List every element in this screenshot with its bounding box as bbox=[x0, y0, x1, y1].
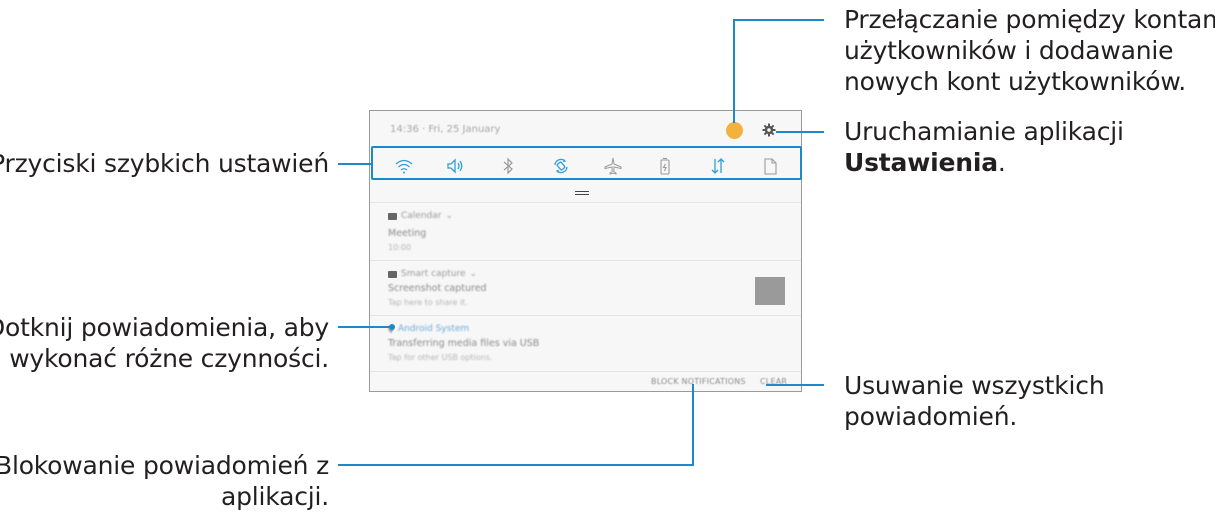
notification-item[interactable]: Calendar ⌄ Meeting 10:00 bbox=[370, 203, 801, 261]
callout-settings: Uruchamianie aplikacji Ustawienia. bbox=[844, 116, 1124, 178]
leader-line-settings bbox=[776, 131, 824, 133]
callout-settings-line2: Ustawienia. bbox=[844, 147, 1124, 178]
callout-block-line1: Blokowanie powiadomień z bbox=[0, 451, 329, 480]
notification-title: Screenshot captured bbox=[388, 283, 487, 294]
drag-handle-icon[interactable] bbox=[575, 191, 589, 195]
notification-app: Calendar ⌄ bbox=[388, 211, 453, 221]
block-notifications-button[interactable]: BLOCK NOTIFICATIONS bbox=[651, 377, 746, 386]
user-avatar-icon[interactable] bbox=[726, 122, 743, 139]
callout-quick-settings: Przyciski szybkich ustawień bbox=[0, 148, 329, 179]
leader-line-quick-settings bbox=[338, 163, 371, 165]
callout-accounts-line3: nowych kont użytkowników. bbox=[844, 67, 1187, 96]
drag-handle-row[interactable] bbox=[370, 183, 801, 203]
notification-app-name: Calendar bbox=[401, 211, 442, 221]
screenshot-thumbnail bbox=[755, 277, 785, 305]
callout-settings-suffix: . bbox=[997, 148, 1006, 177]
leader-line-accounts bbox=[733, 19, 735, 123]
notification-app: Smart capture ⌄ bbox=[388, 269, 477, 279]
callout-notification-tap: Dotknij powiadomienia, aby wykonać różne… bbox=[0, 312, 329, 374]
callout-accounts-line2: użytkowników i dodawanie bbox=[844, 36, 1174, 65]
callout-notification-line2: wykonać różne czynności. bbox=[9, 344, 329, 373]
callout-accounts: Przełączanie pomiędzy kontami użytkownik… bbox=[844, 4, 1215, 97]
leader-line-block-h bbox=[338, 464, 694, 466]
notification-item[interactable]: ψ Android System Transferring media file… bbox=[370, 316, 801, 372]
gear-icon[interactable] bbox=[762, 122, 776, 137]
calendar-icon bbox=[388, 212, 397, 220]
leader-line-notification bbox=[338, 326, 391, 328]
callout-block-line2: aplikacji. bbox=[220, 482, 329, 511]
notification-app: ψ Android System bbox=[388, 324, 469, 334]
notification-item[interactable]: Smart capture ⌄ Screenshot captured Tap … bbox=[370, 261, 801, 316]
notification-app-name: Android System bbox=[397, 324, 470, 334]
callout-notification-line1: Dotknij powiadomienia, aby bbox=[0, 313, 329, 342]
leader-line-block-v bbox=[692, 384, 694, 466]
chevron-down-icon[interactable]: ⌄ bbox=[445, 211, 453, 221]
notification-title: Meeting bbox=[388, 228, 427, 239]
callout-accounts-line1: Przełączanie pomiędzy kontami bbox=[844, 5, 1215, 34]
quick-settings-highlight bbox=[371, 146, 802, 180]
leader-line-accounts-h bbox=[733, 19, 824, 21]
notification-title: Transferring media files via USB bbox=[388, 338, 540, 349]
leader-line-clear bbox=[766, 384, 824, 386]
callout-quick-settings-line: Przyciski szybkich ustawień bbox=[0, 149, 329, 178]
callout-clear-line1: Usuwanie wszystkich bbox=[844, 371, 1105, 400]
callout-settings-bold: Ustawienia bbox=[844, 148, 998, 177]
notification-footer: BLOCK NOTIFICATIONS CLEAR bbox=[370, 372, 801, 391]
status-date-time: 14:36 · Fri, 25 January bbox=[390, 124, 501, 135]
callout-clear-all: Usuwanie wszystkich powiadomień. bbox=[844, 370, 1105, 432]
chevron-down-icon[interactable]: ⌄ bbox=[470, 269, 478, 279]
callout-settings-line1: Uruchamianie aplikacji bbox=[844, 117, 1124, 146]
notification-subtitle: 10:00 bbox=[388, 243, 412, 252]
notification-subtitle: Tap here to share it. bbox=[388, 298, 468, 307]
leader-dot-notification bbox=[389, 324, 395, 330]
callout-clear-line2: powiadomień. bbox=[844, 402, 1018, 431]
notification-app-name: Smart capture bbox=[401, 269, 466, 279]
image-icon bbox=[388, 270, 397, 278]
callout-block: Blokowanie powiadomień z aplikacji. bbox=[0, 450, 329, 512]
notification-subtitle: Tap for other USB options. bbox=[388, 353, 493, 362]
